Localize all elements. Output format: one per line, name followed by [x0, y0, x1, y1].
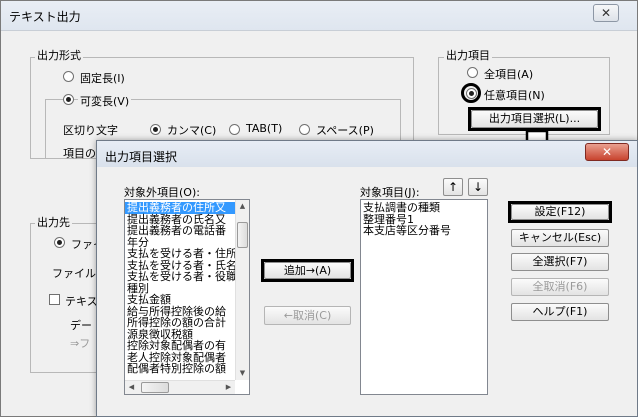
close-icon: ✕ [601, 145, 613, 159]
move-down-button[interactable]: ↓ [468, 178, 488, 196]
data-label: デー [70, 319, 92, 332]
arrow-up-icon: ↑ [447, 180, 459, 194]
output-item-select-dialog: 出力項目選択 ✕ 対象外項目(O): 提出義務者の住所又 提出義務者の氏名又 提出義… [96, 140, 638, 417]
file-radio[interactable] [54, 237, 65, 248]
window-title: テキスト出力 [9, 10, 81, 24]
scroll-thumb[interactable] [237, 222, 248, 248]
list-item[interactable]: 支払金額 [125, 294, 235, 306]
text-checkbox-label: テキス [65, 295, 98, 308]
dialog-title: 出力項目選択 [105, 150, 178, 164]
dialog-titlebar: 出力項目選択 ✕ [97, 141, 637, 167]
text-checkbox[interactable] [49, 294, 60, 305]
scroll-right-icon[interactable]: ▶ [222, 381, 235, 394]
scroll-down-icon[interactable]: ▼ [236, 367, 249, 380]
all-items-radio[interactable] [467, 67, 478, 78]
all-items-label: 全項目(A) [484, 68, 534, 81]
list-item[interactable]: 支払調書の種類 [361, 202, 487, 214]
variable-length-radio[interactable] [63, 94, 74, 105]
excluded-items-listbox[interactable]: 提出義務者の住所又 提出義務者の氏名又 提出義務者の電話番 年分 支払を受ける者・住所支… [124, 199, 250, 395]
main-close-button[interactable]: ✕ [593, 4, 619, 22]
arbitrary-items-radio[interactable] [466, 88, 477, 99]
ok-button[interactable]: 設定(F12) [511, 204, 609, 220]
scroll-up-icon[interactable]: ▲ [236, 200, 249, 213]
list-item[interactable]: 本支店等区分番号 [361, 225, 487, 237]
target-items-listbox[interactable]: 支払調書の種類 整理番号1 本支店等区分番号 [360, 199, 488, 395]
list-item[interactable]: 控除対象配偶者の有 [125, 340, 235, 352]
remove-button[interactable]: ←取消(C) [264, 306, 351, 325]
arrow-down-icon: ↓ [472, 180, 484, 194]
close-icon: ✕ [600, 6, 612, 20]
fixed-length-label: 固定長(I) [80, 72, 125, 85]
file-name-label: ファイル [52, 267, 96, 280]
variable-length-label: 可変長(V) [78, 93, 132, 109]
output-dest-label: 出力先 [35, 214, 72, 230]
comma-label: カンマ(C) [167, 124, 217, 137]
deselect-all-button[interactable]: 全取消(F6) [511, 278, 609, 296]
excluded-items-list: 提出義務者の住所又 提出義務者の氏名又 提出義務者の電話番 年分 支払を受ける者・住所支… [125, 202, 237, 375]
items-label: 項目の [63, 147, 96, 160]
fixed-length-radio[interactable] [63, 71, 74, 82]
target-items-label: 対象項目(J): [360, 186, 420, 199]
space-radio[interactable] [299, 124, 310, 135]
arbitrary-items-label: 任意項目(N) [484, 89, 545, 102]
comma-radio[interactable] [150, 124, 161, 135]
list-item[interactable]: 提出義務者の住所又 [125, 202, 235, 214]
select-items-button[interactable]: 出力項目選択(L)... [471, 110, 598, 128]
list-item[interactable]: 支払を受ける者・住所 [125, 248, 237, 260]
excluded-items-label: 対象外項目(O): [124, 186, 200, 199]
list-item[interactable]: 提出義務者の電話番 [125, 225, 235, 237]
list-item[interactable]: 所得控除の額の合計 [125, 317, 235, 329]
main-titlebar: テキスト出力 ✕ [1, 1, 637, 31]
space-label: スペース(P) [316, 124, 374, 137]
tab-radio[interactable] [229, 124, 240, 135]
output-items-label: 出力項目 [444, 47, 492, 63]
hscroll-thumb[interactable] [141, 382, 169, 393]
select-all-button[interactable]: 全選択(F7) [511, 253, 609, 271]
scroll-left-icon[interactable]: ◀ [125, 381, 138, 394]
move-up-button[interactable]: ↑ [443, 178, 463, 196]
excluded-vscrollbar[interactable]: ▲ ▼ [235, 200, 249, 380]
tab-label: TAB(T) [246, 122, 283, 135]
output-format-label: 出力形式 [35, 47, 83, 63]
cancel-button[interactable]: キャンセル(Esc) [511, 229, 609, 247]
delimiter-label: 区切り文字 [63, 124, 118, 137]
help-button[interactable]: ヘルプ(F1) [511, 303, 609, 321]
target-items-list: 支払調書の種類 整理番号1 本支店等区分番号 [361, 202, 487, 237]
excluded-hscrollbar[interactable]: ◀ ▶ [125, 380, 235, 394]
arrow-label: ⇒フ [70, 337, 91, 350]
add-button[interactable]: 追加→(A) [264, 262, 351, 279]
list-item[interactable]: 配偶者特別控除の額 [125, 363, 235, 375]
list-item[interactable]: 支払を受ける者・役職 [125, 271, 237, 283]
dialog-close-button[interactable]: ✕ [585, 143, 629, 161]
